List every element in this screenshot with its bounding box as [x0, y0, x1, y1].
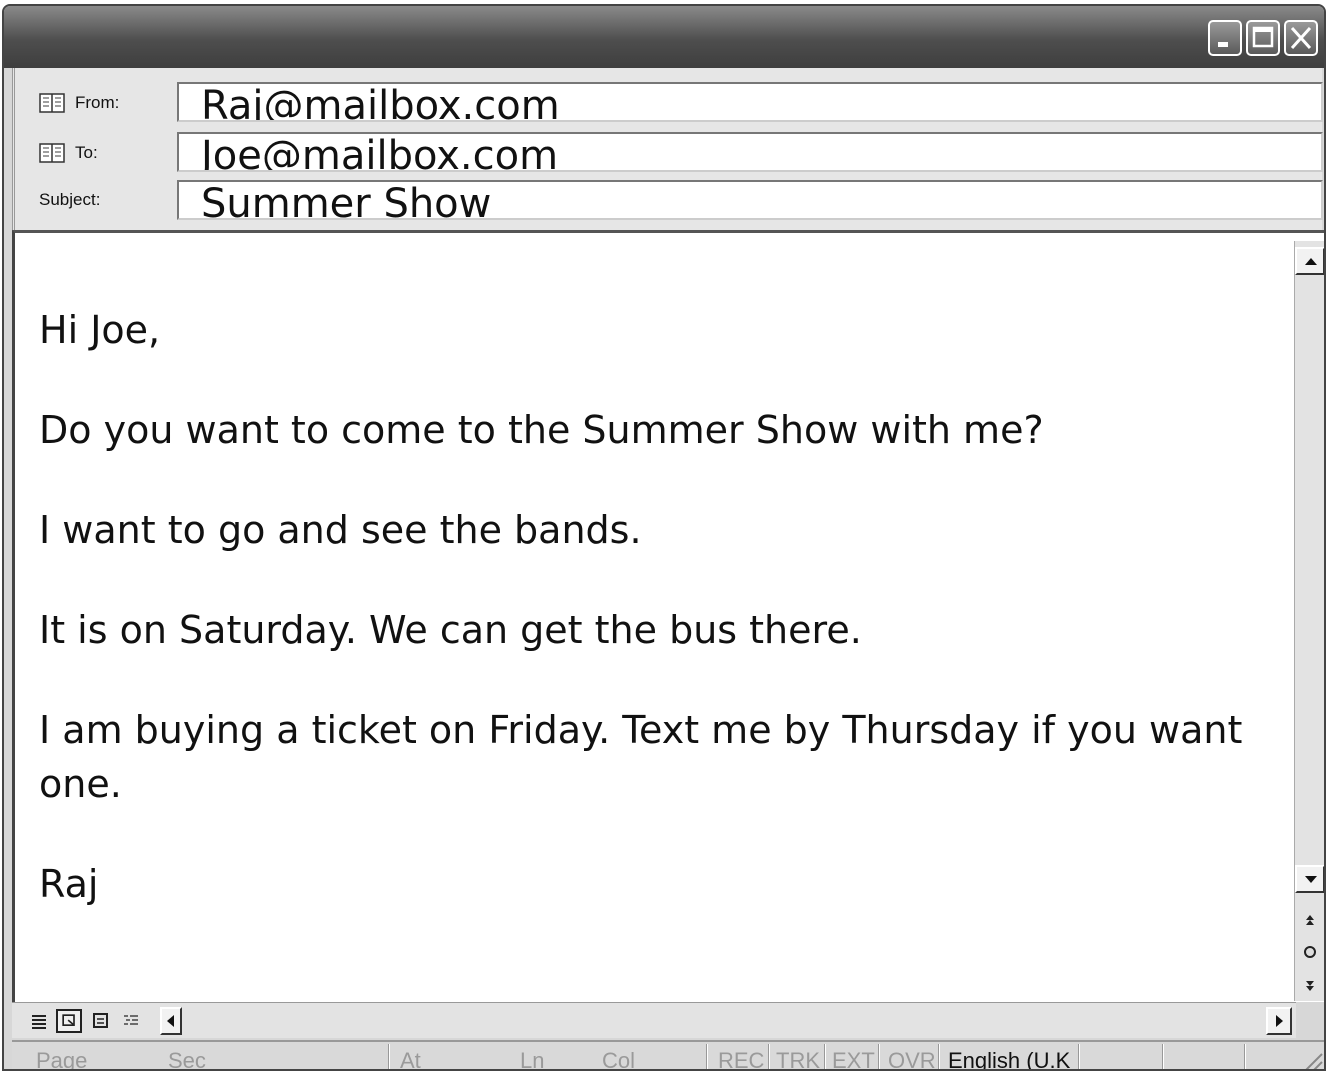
maximize-icon	[1252, 26, 1274, 48]
maximize-button[interactable]	[1246, 20, 1280, 56]
outline-view-icon[interactable]	[118, 1009, 144, 1033]
to-field[interactable]: Joe@mailbox.com	[177, 132, 1323, 172]
subject-row: Subject: Summer Show	[15, 178, 1323, 222]
status-divider	[878, 1044, 880, 1069]
to-row: To: Joe@mailbox.com	[15, 130, 1323, 174]
body-line-4: I am buying a ticket on Friday. Text me …	[39, 708, 1243, 806]
close-icon	[1290, 26, 1312, 50]
subject-field[interactable]: Summer Show	[177, 180, 1323, 220]
from-label: From:	[75, 93, 120, 112]
from-row: From: Raj@mailbox.com	[15, 80, 1323, 124]
print-layout-view-icon[interactable]	[88, 1009, 114, 1033]
body-line-1: Do you want to come to the Summer Show w…	[39, 408, 1044, 452]
vertical-scrollbar[interactable]	[1294, 241, 1324, 1001]
select-browse-object-icon[interactable]	[1303, 945, 1317, 959]
close-button[interactable]	[1284, 20, 1318, 56]
signature: Raj	[39, 862, 99, 906]
scroll-left-button[interactable]	[160, 1007, 182, 1035]
status-rec[interactable]: REC	[718, 1048, 764, 1069]
window-controls	[1208, 20, 1318, 56]
status-divider	[938, 1044, 940, 1069]
web-layout-view-icon[interactable]	[56, 1009, 82, 1033]
status-divider	[1244, 1044, 1246, 1069]
email-window: From: Raj@mailbox.com To: Joe@mailbox.co…	[2, 4, 1326, 1071]
from-label-group[interactable]: From:	[39, 92, 119, 114]
previous-page-icon[interactable]	[1303, 913, 1317, 927]
status-divider	[706, 1044, 708, 1069]
from-field[interactable]: Raj@mailbox.com	[177, 82, 1323, 122]
status-ln: Ln	[520, 1048, 545, 1071]
message-body[interactable]: Hi Joe, Do you want to come to the Summe…	[12, 230, 1324, 1002]
scroll-right-button[interactable]	[1266, 1007, 1292, 1035]
status-language[interactable]: English (U.K	[948, 1048, 1070, 1069]
status-ovr[interactable]: OVR	[888, 1048, 936, 1069]
status-divider	[824, 1044, 826, 1069]
minimize-button[interactable]	[1208, 20, 1242, 56]
title-bar[interactable]	[4, 6, 1324, 68]
arrow-right-icon	[1276, 1015, 1283, 1027]
body-line-2: I want to go and see the bands.	[39, 508, 642, 552]
to-label: To:	[75, 143, 98, 162]
normal-view-icon[interactable]	[26, 1009, 52, 1033]
status-page: Page	[36, 1048, 88, 1071]
next-page-icon[interactable]	[1303, 979, 1317, 993]
address-book-icon[interactable]	[39, 142, 65, 164]
status-at: At	[400, 1048, 421, 1071]
horizontal-scrollbar[interactable]	[12, 1002, 1296, 1038]
message-text[interactable]: Hi Joe, Do you want to come to the Summe…	[39, 303, 1279, 957]
arrow-up-icon	[1305, 258, 1317, 265]
body-line-3: It is on Saturday. We can get the bus th…	[39, 608, 862, 652]
minimize-icon	[1218, 42, 1228, 47]
scroll-up-button[interactable]	[1295, 247, 1324, 275]
arrow-left-icon	[167, 1015, 174, 1027]
status-bar: Page Sec At Ln Col REC TRK EXT OVR Engli…	[12, 1040, 1324, 1071]
status-col: Col	[602, 1048, 636, 1071]
status-sec: Sec	[168, 1048, 206, 1071]
to-label-group[interactable]: To:	[39, 142, 98, 164]
address-book-icon[interactable]	[39, 92, 65, 114]
arrow-down-icon	[1305, 876, 1317, 883]
status-divider	[1162, 1044, 1164, 1069]
greeting: Hi Joe,	[39, 308, 161, 352]
message-header: From: Raj@mailbox.com To: Joe@mailbox.co…	[12, 68, 1323, 230]
resize-grip-icon[interactable]	[1296, 1048, 1324, 1071]
status-divider	[1078, 1044, 1080, 1069]
status-ext[interactable]: EXT	[832, 1048, 875, 1069]
status-divider	[768, 1044, 770, 1069]
scroll-down-button[interactable]	[1295, 865, 1324, 893]
status-divider	[388, 1044, 390, 1069]
status-trk[interactable]: TRK	[776, 1048, 820, 1069]
subject-label: Subject:	[39, 190, 101, 209]
